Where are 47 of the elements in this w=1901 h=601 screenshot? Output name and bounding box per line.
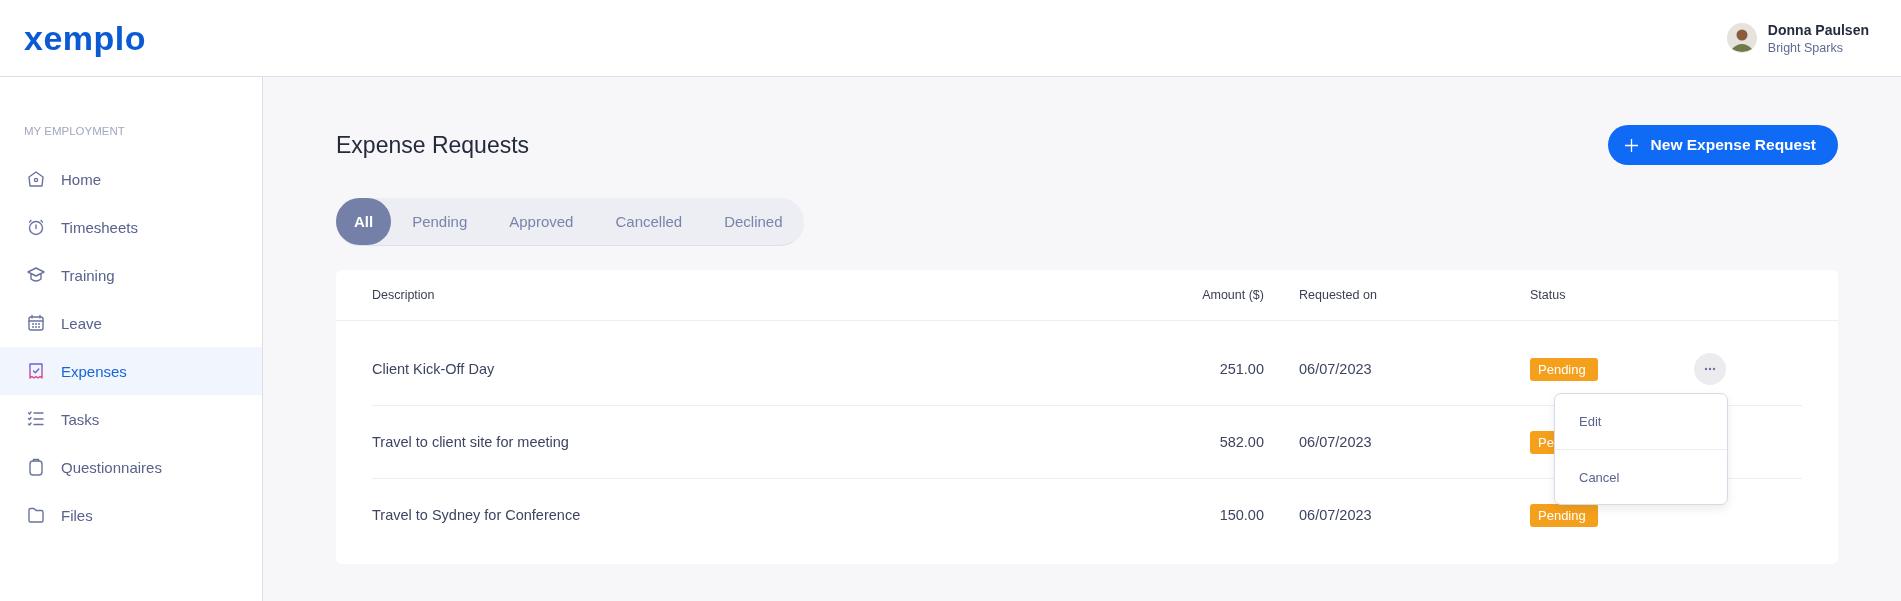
status-badge: Pending xyxy=(1530,357,1598,381)
filter-tab[interactable]: All xyxy=(336,198,392,245)
filter-tab[interactable]: Approved xyxy=(488,198,595,245)
nav-item[interactable]: Questionnaires xyxy=(0,443,262,491)
table-cell-text: Client Kick-Off Day xyxy=(372,361,496,377)
folder-icon xyxy=(26,505,46,525)
table-cell: 251.00 xyxy=(1219,361,1264,377)
table-cell-text: 06/07/2023 xyxy=(1299,434,1373,450)
column-header: Amount ($) xyxy=(1201,288,1265,302)
user-name: Donna Paulsen xyxy=(1767,21,1869,38)
new-request-button[interactable]: New Expense Request xyxy=(1607,125,1838,165)
column-header: Description xyxy=(372,288,436,302)
table-cell: 582.00 xyxy=(1219,434,1264,450)
avatar xyxy=(1726,23,1757,53)
nav-item[interactable]: Leave xyxy=(0,299,262,347)
nav-item[interactable]: Files xyxy=(0,491,262,539)
table-cell-text: 06/07/2023 xyxy=(1299,361,1373,377)
nav-item[interactable]: Expenses xyxy=(0,347,262,395)
home-icon xyxy=(26,169,46,189)
nav-item[interactable]: Timesheets xyxy=(0,203,262,251)
table-cell-text: Travel to Sydney for Conference xyxy=(372,507,582,523)
page-title: Expense Requests xyxy=(336,131,530,159)
column-header: Status xyxy=(1530,288,1567,302)
filter-tab[interactable]: Cancelled xyxy=(594,198,704,245)
filter-tab[interactable]: Declined xyxy=(703,198,804,245)
stopwatch-icon xyxy=(26,217,46,237)
nav-item[interactable]: Training xyxy=(0,251,262,299)
column-header: Requested on xyxy=(1299,288,1378,302)
clipboard-icon xyxy=(26,457,46,477)
calendar-icon xyxy=(26,313,46,333)
company-name: Bright Sparks xyxy=(1767,40,1844,55)
ellipsis-icon xyxy=(1704,367,1716,371)
menu-item[interactable]: Cancel xyxy=(1555,449,1727,504)
plus-icon xyxy=(1623,137,1639,153)
table-cell-text: Travel to client site for meeting xyxy=(372,434,570,450)
status-badge: Pending xyxy=(1530,503,1598,527)
logo: xemplo xyxy=(24,18,147,58)
graduation-cap-icon xyxy=(26,265,46,285)
checklist-icon xyxy=(26,409,46,429)
filter-tab[interactable]: Pending xyxy=(391,198,489,245)
table-cell: 150.00 xyxy=(1219,507,1264,523)
receipt-icon xyxy=(26,361,46,381)
more-button[interactable] xyxy=(1694,353,1726,385)
table-cell-text: 06/07/2023 xyxy=(1299,507,1373,523)
nav-item[interactable]: Home xyxy=(0,155,262,203)
nav-item[interactable]: Tasks xyxy=(0,395,262,443)
section-heading: MY EMPLOYMENT xyxy=(23,125,125,137)
